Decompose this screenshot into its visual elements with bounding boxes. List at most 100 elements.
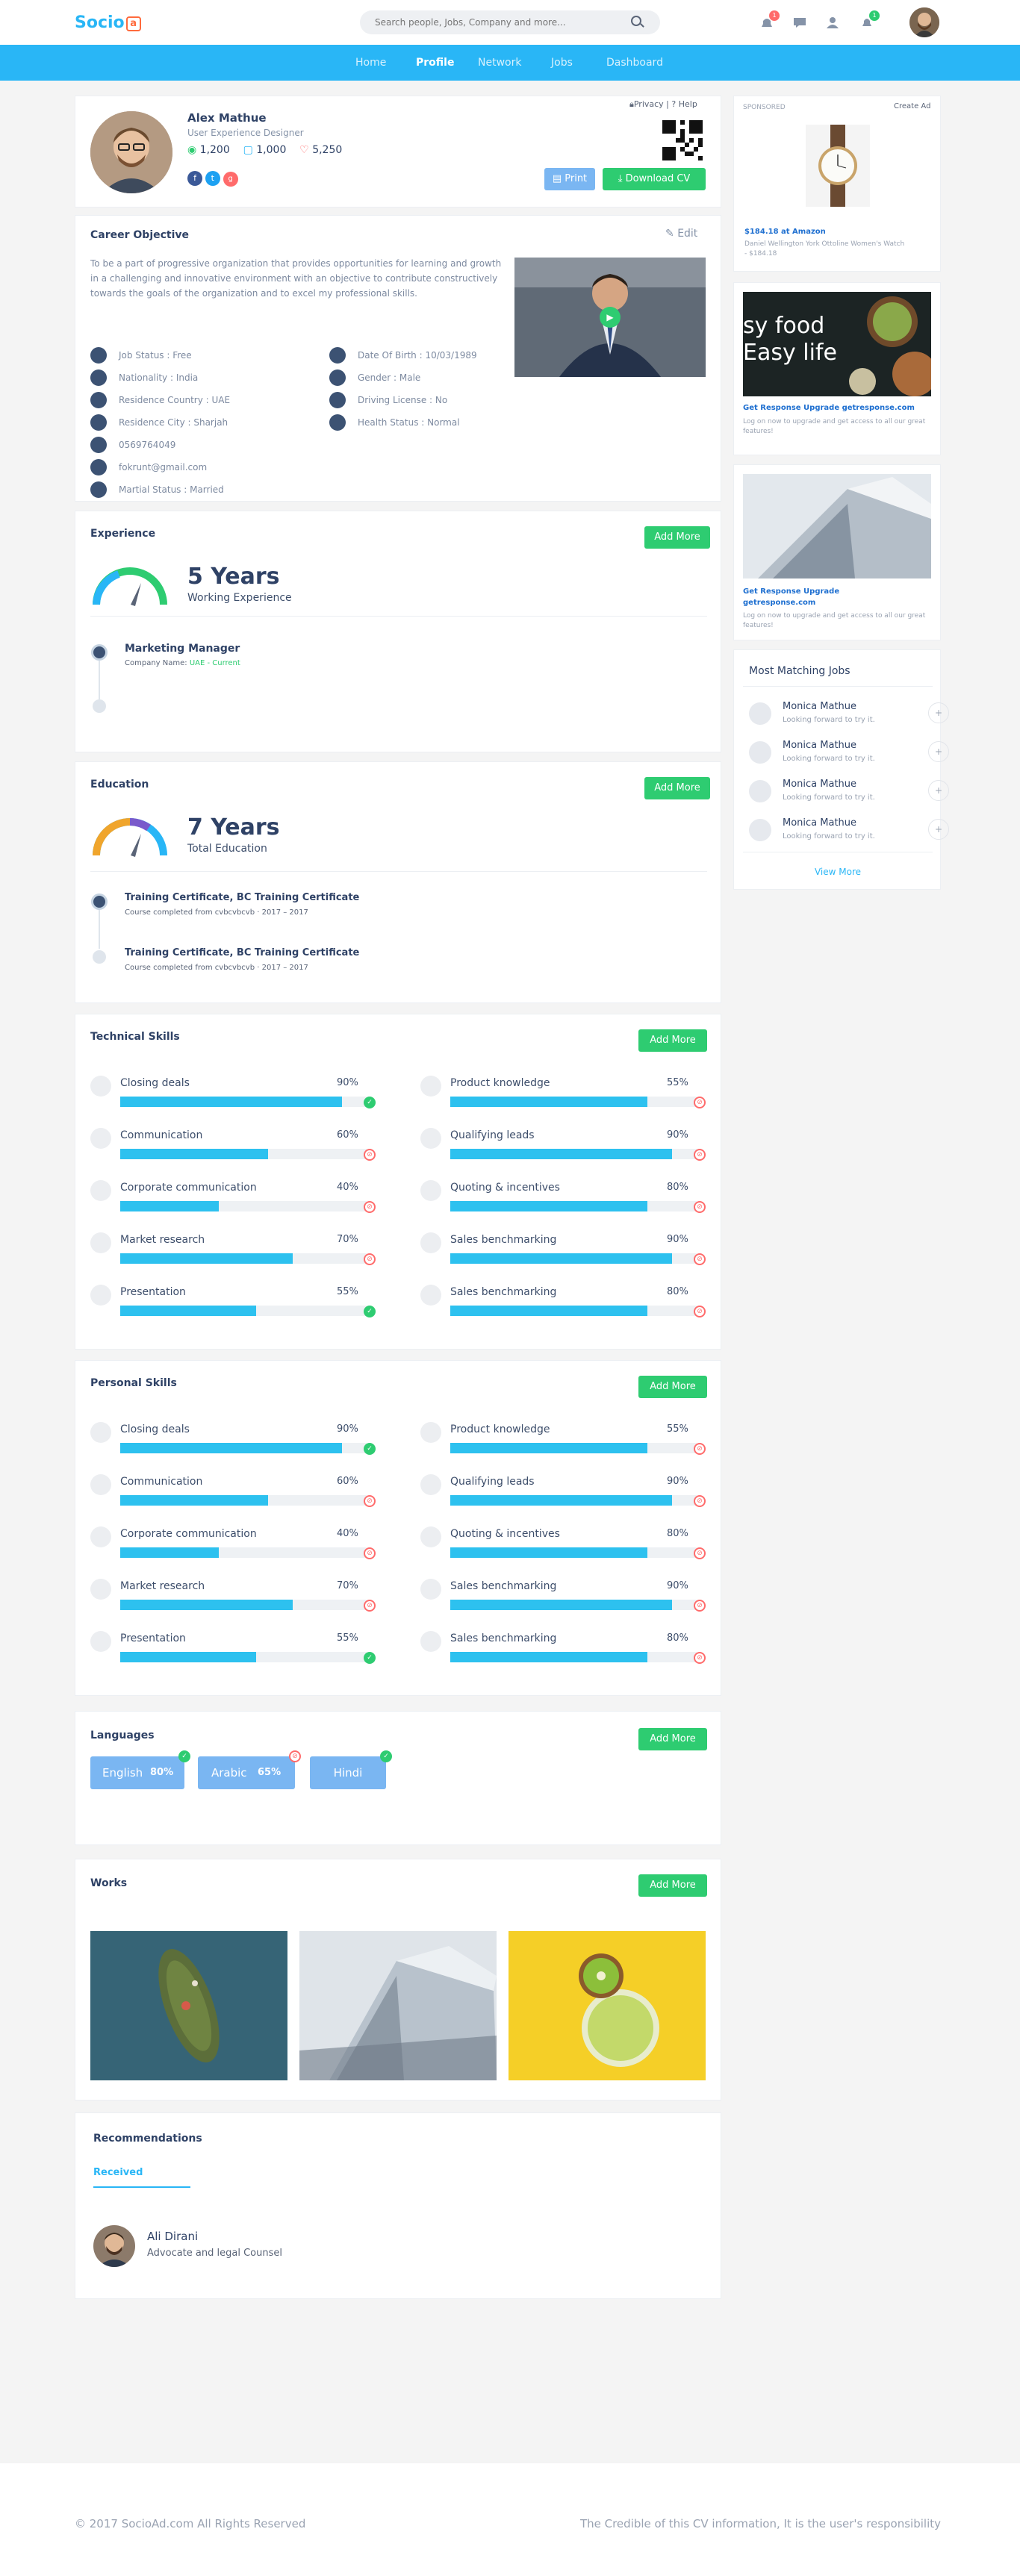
tab-received[interactable]: Received: [93, 2167, 143, 2178]
work-image-lime[interactable]: [509, 1931, 706, 2080]
notification-icon[interactable]: 1: [760, 10, 780, 28]
cancel-icon[interactable]: ⊘: [364, 1547, 376, 1559]
help-link[interactable]: Help: [679, 99, 697, 109]
ad3-image[interactable]: [743, 474, 931, 578]
experience-label: Working Experience: [187, 592, 292, 604]
print-button[interactable]: ▤ Print: [544, 168, 595, 190]
language-english[interactable]: English 80% ✓: [90, 1750, 190, 1789]
create-ad-link[interactable]: Create Ad: [894, 102, 930, 110]
privacy-link[interactable]: Privacy: [634, 99, 664, 109]
matching-job-item[interactable]: Monica Mathue Looking forward to try it. +: [749, 776, 949, 805]
cancel-icon[interactable]: ⊘: [694, 1495, 706, 1507]
languages-add-button[interactable]: Add More: [638, 1728, 707, 1750]
skill-percent: 70%: [337, 1580, 358, 1591]
technical-add-button[interactable]: Add More: [638, 1029, 707, 1052]
career-info-item: Residence City : Sharjah: [119, 417, 228, 428]
view-more-link[interactable]: View More: [734, 867, 942, 877]
info-dot-icon: [90, 414, 107, 431]
add-job-icon[interactable]: +: [928, 819, 949, 840]
bell-icon[interactable]: 1: [860, 10, 880, 28]
qr-code: [662, 120, 703, 160]
nav-network[interactable]: Network: [478, 57, 521, 69]
chat-icon[interactable]: [793, 16, 806, 28]
cancel-icon: ⊘: [289, 1750, 301, 1762]
job-avatar: [749, 819, 771, 841]
download-cv-button[interactable]: ⤓ Download CV: [603, 168, 706, 190]
check-icon[interactable]: ✓: [364, 1652, 376, 1664]
language-hindi[interactable]: Hindi ✓: [310, 1750, 392, 1789]
play-icon[interactable]: ▶: [600, 307, 621, 328]
education-add-button[interactable]: Add More: [644, 777, 710, 799]
language-arabic[interactable]: Arabic 65% ⊘: [198, 1750, 301, 1789]
ad2-title[interactable]: Get Response Upgrade getresponse.com: [743, 404, 915, 412]
nav-dashboard[interactable]: Dashboard: [606, 57, 663, 69]
matching-job-item[interactable]: Monica Mathue Looking forward to try it. +: [749, 737, 949, 767]
cancel-icon[interactable]: ⊘: [694, 1600, 706, 1612]
skill-progress-bar: [450, 1652, 697, 1662]
twitter-icon[interactable]: t: [205, 171, 220, 186]
cancel-icon[interactable]: ⊘: [694, 1097, 706, 1108]
skill-name: Presentation: [120, 1632, 186, 1644]
skill-progress-fill: [120, 1201, 219, 1211]
skill-progress-bar: [120, 1149, 367, 1159]
user-icon[interactable]: [826, 16, 839, 28]
recommender-name[interactable]: Ali Dirani: [147, 2230, 198, 2243]
nav-profile[interactable]: Profile: [416, 57, 454, 69]
check-icon[interactable]: ✓: [364, 1306, 376, 1317]
cancel-icon[interactable]: ⊘: [694, 1652, 706, 1664]
cancel-icon[interactable]: ⊘: [364, 1201, 376, 1213]
recommender-avatar[interactable]: [93, 2225, 135, 2267]
ad2-image[interactable]: sy food Easy life: [743, 292, 931, 396]
ad-watch-image[interactable]: [806, 125, 870, 207]
info-dot-icon: [329, 369, 346, 386]
nav-home[interactable]: Home: [355, 57, 386, 69]
skill-name: Quoting & incentives: [450, 1182, 560, 1194]
education-gauge-icon: [89, 814, 171, 861]
cancel-icon[interactable]: ⊘: [364, 1149, 376, 1161]
ad3-title[interactable]: Get Response Upgrade getresponse.com: [743, 586, 870, 608]
sponsored-ad-getresponse: Get Response Upgrade getresponse.com Log…: [733, 464, 941, 640]
check-icon[interactable]: ✓: [364, 1443, 376, 1455]
add-job-icon[interactable]: +: [928, 702, 949, 723]
works-add-button[interactable]: Add More: [638, 1874, 707, 1897]
work-image-island[interactable]: [90, 1931, 287, 2080]
search-icon[interactable]: [631, 16, 641, 26]
skill-percent: 80%: [667, 1182, 688, 1193]
skill-percent: 90%: [667, 1580, 688, 1591]
experience-years: 5 Years: [187, 564, 280, 590]
skill-name: Product knowledge: [450, 1077, 550, 1089]
skill-icon: [90, 1474, 111, 1495]
logo[interactable]: Socio a: [75, 13, 141, 32]
nav-jobs[interactable]: Jobs: [551, 57, 573, 69]
cancel-icon[interactable]: ⊘: [364, 1253, 376, 1265]
search-input[interactable]: [360, 10, 660, 34]
skill-percent: 60%: [337, 1476, 358, 1487]
cancel-icon[interactable]: ⊘: [694, 1253, 706, 1265]
print-icon: ▤: [552, 173, 565, 184]
matching-job-item[interactable]: Monica Mathue Looking forward to try it. +: [749, 698, 949, 728]
google-plus-icon[interactable]: g: [223, 172, 238, 187]
career-video[interactable]: ▶: [514, 258, 706, 377]
skill-icon: [90, 1526, 111, 1547]
work-image-building[interactable]: [299, 1931, 497, 2080]
facebook-icon[interactable]: f: [187, 171, 202, 186]
matching-job-item[interactable]: Monica Mathue Looking forward to try it. +: [749, 814, 949, 844]
cancel-icon[interactable]: ⊘: [694, 1306, 706, 1317]
cancel-icon[interactable]: ⊘: [694, 1443, 706, 1455]
add-job-icon[interactable]: +: [928, 741, 949, 762]
edit-button[interactable]: ✎ Edit: [665, 228, 697, 240]
cancel-icon[interactable]: ⊘: [694, 1201, 706, 1213]
cancel-icon[interactable]: ⊘: [694, 1547, 706, 1559]
personal-add-button[interactable]: Add More: [638, 1376, 707, 1398]
add-job-icon[interactable]: +: [928, 780, 949, 801]
cancel-icon[interactable]: ⊘: [694, 1149, 706, 1161]
cancel-icon[interactable]: ⊘: [364, 1600, 376, 1612]
experience-add-button[interactable]: Add More: [644, 526, 710, 549]
skill-name: Closing deals: [120, 1423, 190, 1435]
cancel-icon[interactable]: ⊘: [364, 1495, 376, 1507]
check-icon[interactable]: ✓: [364, 1097, 376, 1108]
ad1-title[interactable]: $184.18 at Amazon: [744, 228, 826, 236]
skill-progress-fill: [450, 1652, 647, 1662]
copyright: © 2017 SocioAd.com All Rights Reserved: [75, 2517, 306, 2530]
user-avatar[interactable]: [909, 7, 939, 37]
